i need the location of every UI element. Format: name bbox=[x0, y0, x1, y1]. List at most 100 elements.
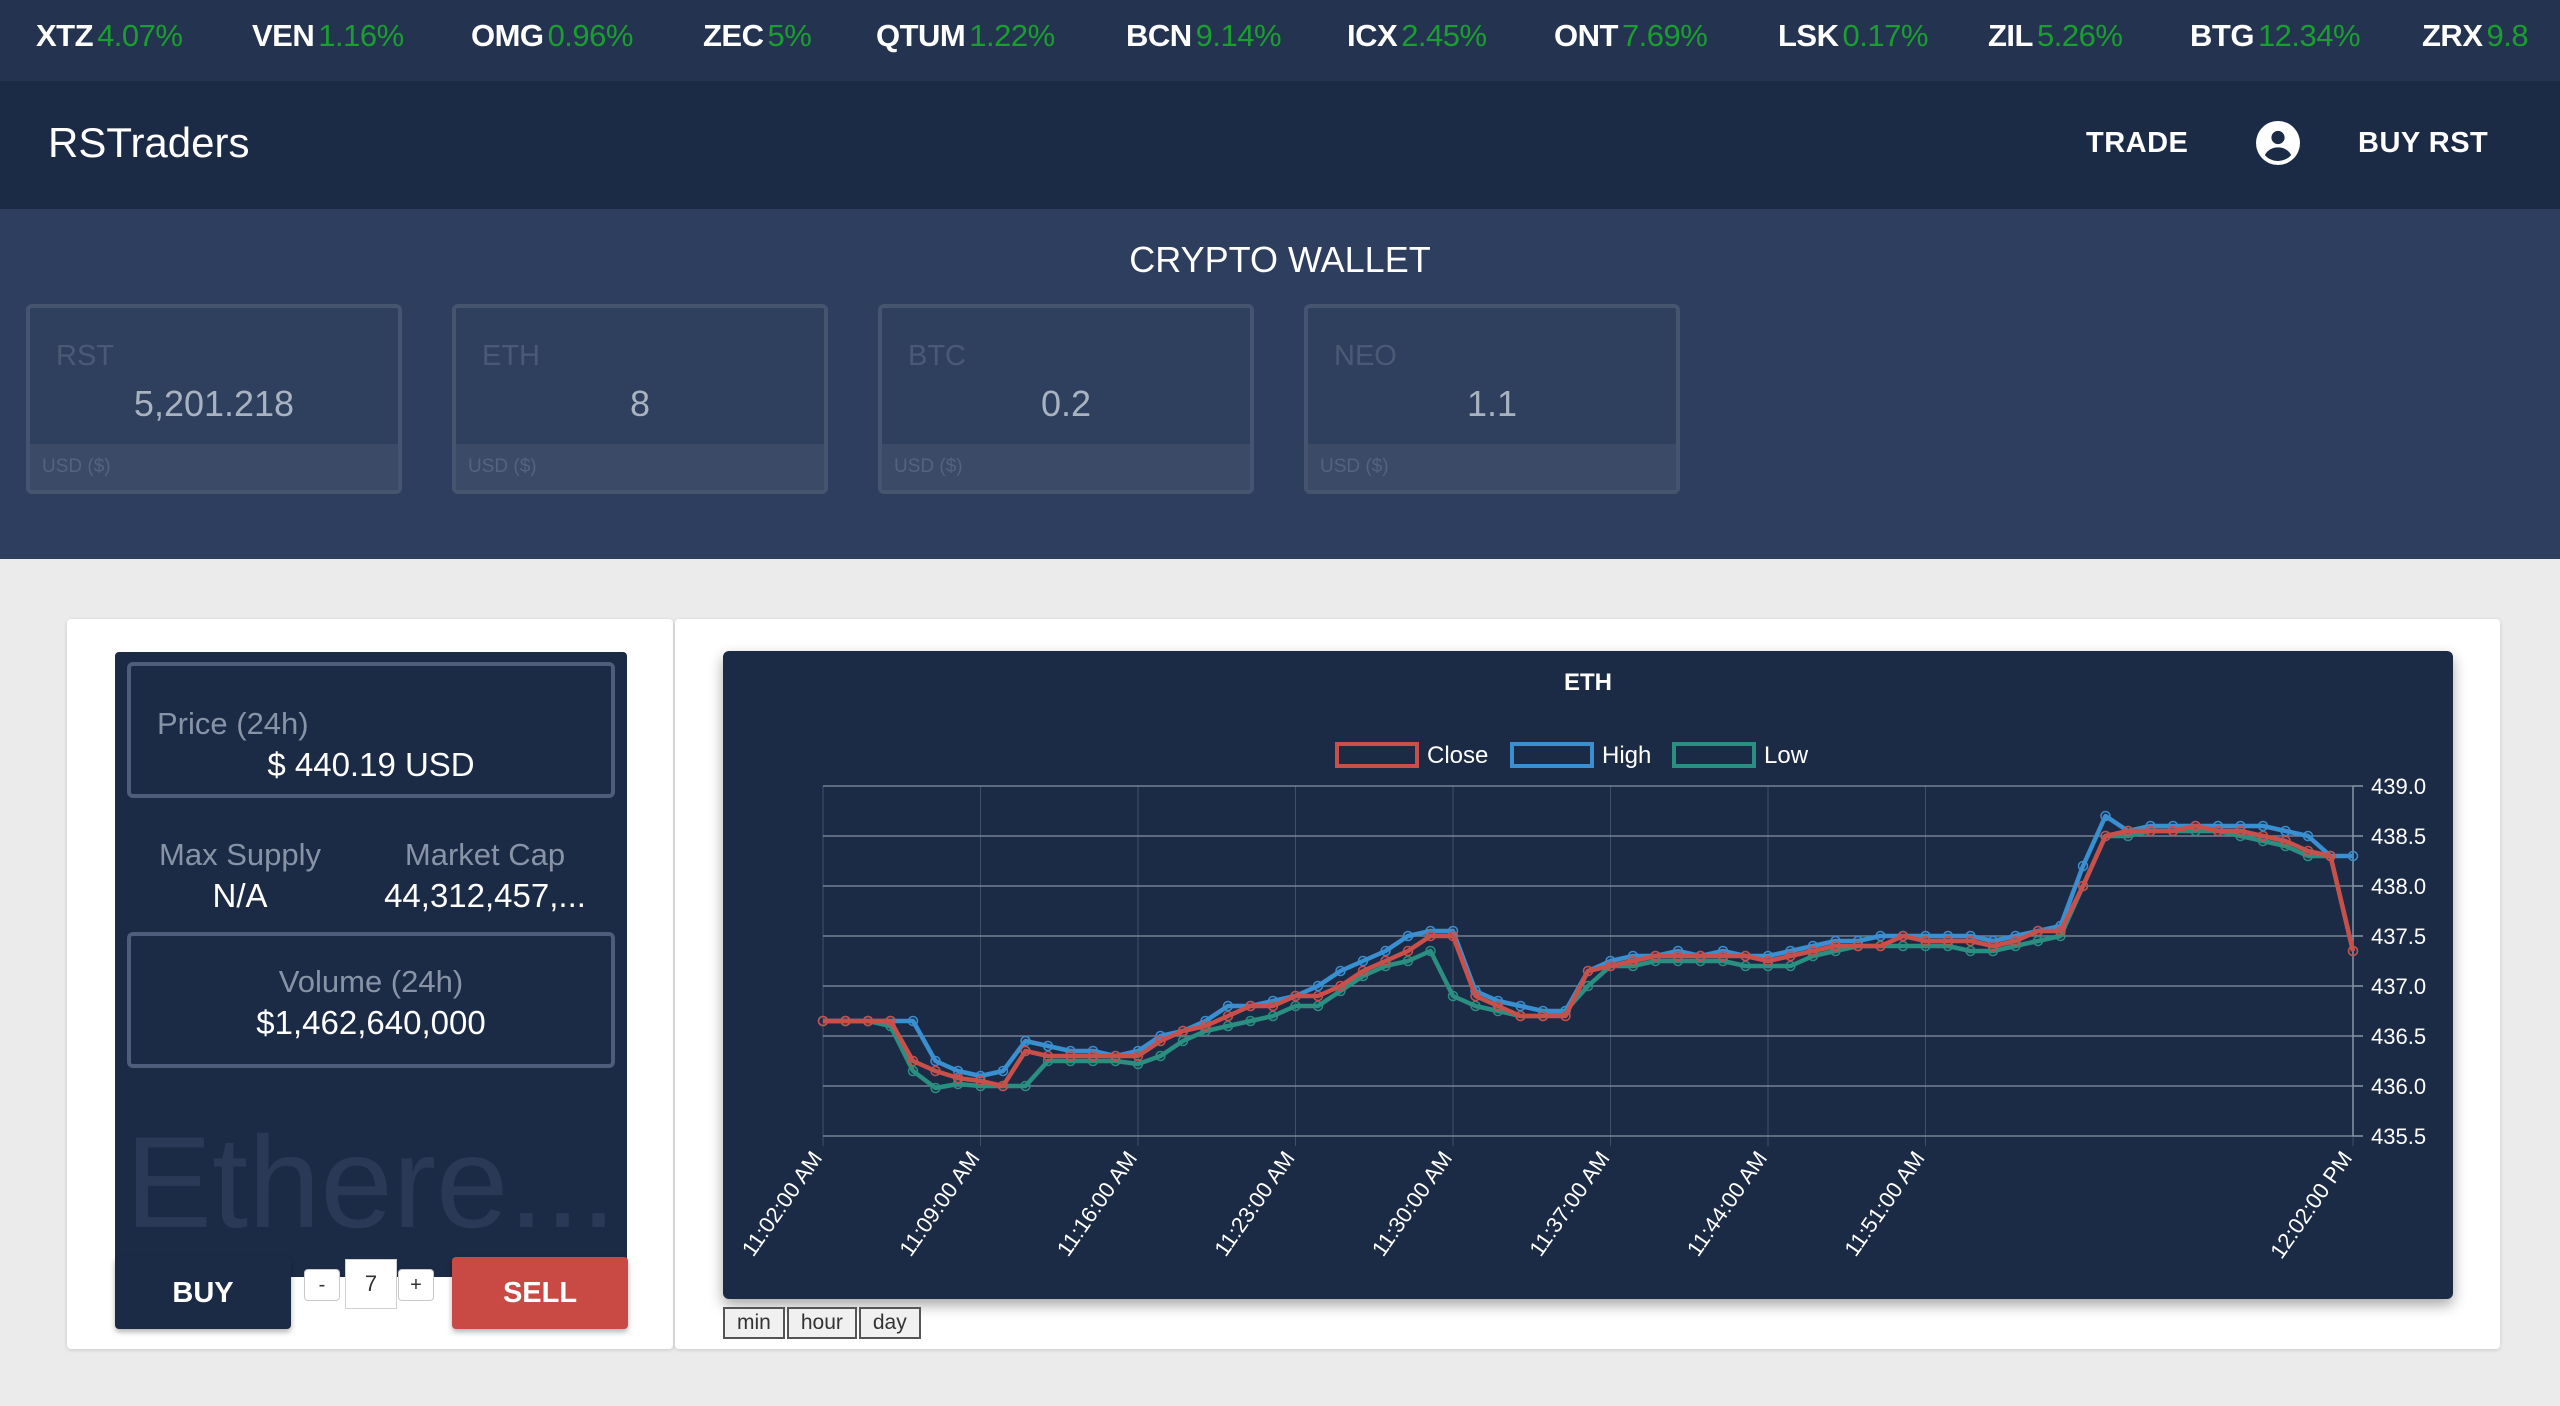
y-tick-label: 438.0 bbox=[2371, 874, 2426, 899]
volume-label: Volume (24h) bbox=[278, 964, 464, 999]
y-tick-label: 437.0 bbox=[2371, 974, 2426, 999]
market-cap-value: 44,312,457,... bbox=[384, 877, 586, 914]
max-supply-stat: Max Supply N/A bbox=[145, 837, 335, 915]
coin-info-panel: Price (24h) $ 440.19 USD Max Supply N/A … bbox=[115, 652, 627, 1277]
wallet-card-usd: USD ($) bbox=[30, 444, 398, 490]
legend-swatch bbox=[1672, 742, 1756, 768]
price-value: $ 440.19 USD bbox=[267, 746, 475, 783]
ticker-change: 0.96% bbox=[547, 18, 634, 53]
ticker-symbol: ICX bbox=[1347, 18, 1398, 53]
ticker-symbol: QTUM bbox=[876, 18, 966, 53]
wallet-card-amount: 5,201.218 bbox=[133, 383, 295, 424]
wallet-card-usd: USD ($) bbox=[456, 444, 824, 490]
wallet-card-symbol: ETH bbox=[482, 340, 540, 372]
market-cap-stat: Market Cap 44,312,457,... bbox=[370, 837, 600, 915]
price-box: Price (24h) $ 440.19 USD bbox=[127, 662, 615, 798]
x-tick-label: 11:44:00 AM bbox=[1682, 1147, 1772, 1261]
coin-info-card: Price (24h) $ 440.19 USD Max Supply N/A … bbox=[67, 619, 673, 1349]
buy-button[interactable]: BUY bbox=[115, 1257, 291, 1329]
market-cap-label: Market Cap bbox=[404, 837, 566, 872]
y-tick-label: 436.0 bbox=[2371, 1074, 2426, 1099]
ticker-symbol: ZIL bbox=[1988, 18, 2034, 53]
wallet-card-rst[interactable]: RST 5,201.218 USD ($) bbox=[26, 304, 402, 494]
range-hour-button[interactable]: hour bbox=[786, 1307, 857, 1339]
ticker-item[interactable]: OMG 0.96% bbox=[471, 18, 633, 54]
brand-logo[interactable]: RSTraders bbox=[48, 119, 250, 167]
volume-value: $1,462,640,000 bbox=[256, 1004, 486, 1041]
wallet-title: CRYPTO WALLET bbox=[1129, 239, 1431, 280]
ticker-item[interactable]: VEN 1.16% bbox=[252, 18, 404, 54]
decrement-button[interactable]: - bbox=[304, 1269, 340, 1301]
ticker-item[interactable]: LSK 0.17% bbox=[1778, 18, 1928, 54]
volume-box: Volume (24h) $1,462,640,000 bbox=[127, 932, 615, 1068]
ticker-change: 5.26% bbox=[2037, 18, 2123, 53]
ticker-item[interactable]: ICX 2.45% bbox=[1347, 18, 1487, 54]
y-tick-label: 435.5 bbox=[2371, 1124, 2426, 1149]
crypto-wallet: CRYPTO WALLET RST 5,201.218 USD ($) ETH … bbox=[0, 209, 2560, 559]
ticker-symbol: ZRX bbox=[2422, 18, 2483, 53]
ticker-change: 12.34% bbox=[2257, 18, 2361, 53]
increment-button[interactable]: + bbox=[398, 1269, 434, 1301]
chart-card: ETH Close High Low 439.0 438.5 438.0 437.5 437.0… bbox=[675, 619, 2500, 1349]
ticker-change: 4.07% bbox=[97, 18, 183, 53]
y-tick-label: 438.5 bbox=[2371, 824, 2426, 849]
ticker-change: 2.45% bbox=[1401, 18, 1487, 53]
x-tick-label: 11:30:00 AM bbox=[1367, 1147, 1457, 1261]
ticker-symbol: BCN bbox=[1126, 18, 1192, 53]
range-min-button[interactable]: min bbox=[723, 1307, 785, 1339]
x-tick-label: 11:02:00 AM bbox=[737, 1147, 827, 1261]
ticker-symbol: LSK bbox=[1778, 18, 1839, 53]
y-tick-label: 439.0 bbox=[2371, 774, 2426, 799]
ticker-change: 0.17% bbox=[1842, 18, 1929, 53]
sell-button[interactable]: SELL bbox=[452, 1257, 628, 1329]
price-label: Price (24h) bbox=[157, 706, 309, 741]
wallet-card-usd: USD ($) bbox=[1308, 444, 1676, 490]
wallet-card-eth[interactable]: ETH 8 USD ($) bbox=[452, 304, 828, 494]
wallet-card-symbol: RST bbox=[56, 340, 114, 372]
range-selector: min hour day bbox=[723, 1307, 921, 1339]
price-chart[interactable]: ETH Close High Low 439.0 438.5 438.0 437.5 437.0… bbox=[723, 651, 2453, 1299]
wallet-card-neo[interactable]: NEO 1.1 USD ($) bbox=[1304, 304, 1680, 494]
x-tick-label: 11:37:00 AM bbox=[1524, 1147, 1614, 1261]
ticker-change: 9.8 bbox=[2486, 18, 2529, 53]
account-circle-icon[interactable] bbox=[2256, 121, 2300, 165]
wallet-card-symbol: BTC bbox=[908, 340, 966, 372]
y-tick-label: 437.5 bbox=[2371, 924, 2426, 949]
ticker-item[interactable]: BCN 9.14% bbox=[1126, 18, 1282, 54]
ticker-change: 1.22% bbox=[969, 18, 1055, 53]
legend-label: Low bbox=[1764, 742, 1809, 769]
x-tick-label: 11:16:00 AM bbox=[1052, 1147, 1142, 1261]
x-tick-label: 11:09:00 AM bbox=[894, 1147, 984, 1261]
ticker-item[interactable]: ZRX 9.8 bbox=[2422, 18, 2529, 54]
ticker-change: 1.16% bbox=[318, 18, 404, 53]
range-day-button[interactable]: day bbox=[858, 1307, 921, 1339]
wallet-card-amount: 1.1 bbox=[1466, 383, 1518, 424]
x-tick-label: 11:23:00 AM bbox=[1209, 1147, 1299, 1261]
coin-name-watermark: Ethere... bbox=[125, 1109, 617, 1255]
ticker-change: 9.14% bbox=[1195, 18, 1282, 53]
wallet-card-amount: 0.2 bbox=[1040, 383, 1092, 424]
ticker-symbol: ONT bbox=[1554, 18, 1618, 53]
top-nav: RSTraders TRADE BUY RST bbox=[0, 81, 2560, 209]
x-tick-label: 12:02:00 PM bbox=[2265, 1147, 2357, 1264]
wallet-card-amount: 8 bbox=[629, 383, 651, 424]
ticker-change: 7.69% bbox=[1621, 18, 1708, 53]
ticker-symbol: BTG bbox=[2190, 18, 2254, 53]
max-supply-value: N/A bbox=[212, 877, 268, 914]
ticker-item[interactable]: QTUM 1.22% bbox=[876, 18, 1055, 54]
nav-trade-link[interactable]: TRADE bbox=[2086, 127, 2188, 160]
ticker-item[interactable]: ONT 7.69% bbox=[1554, 18, 1708, 54]
ticker-item[interactable]: ZEC 5% bbox=[703, 18, 812, 54]
legend-swatch bbox=[1335, 742, 1419, 768]
ticker-symbol: VEN bbox=[252, 18, 315, 53]
wallet-card-btc[interactable]: BTC 0.2 USD ($) bbox=[878, 304, 1254, 494]
ticker-item[interactable]: XTZ 4.07% bbox=[36, 18, 183, 54]
quantity-input[interactable] bbox=[345, 1259, 397, 1309]
price-ticker: XTZ 4.07% VEN 1.16% OMG 0.96% ZEC 5% QTUM 1.22% BC… bbox=[0, 0, 2560, 81]
nav-buy-rst-link[interactable]: BUY RST bbox=[2358, 127, 2488, 160]
ticker-item[interactable]: ZIL 5.26% bbox=[1988, 18, 2123, 54]
ticker-item[interactable]: BTG 12.34% bbox=[2190, 18, 2361, 54]
series-line-low bbox=[823, 828, 2356, 1091]
chart-title: ETH bbox=[1564, 669, 1612, 696]
chart-panel: ETH Close High Low 439.0 438.5 438.0 437.5 437.0… bbox=[723, 651, 2453, 1299]
